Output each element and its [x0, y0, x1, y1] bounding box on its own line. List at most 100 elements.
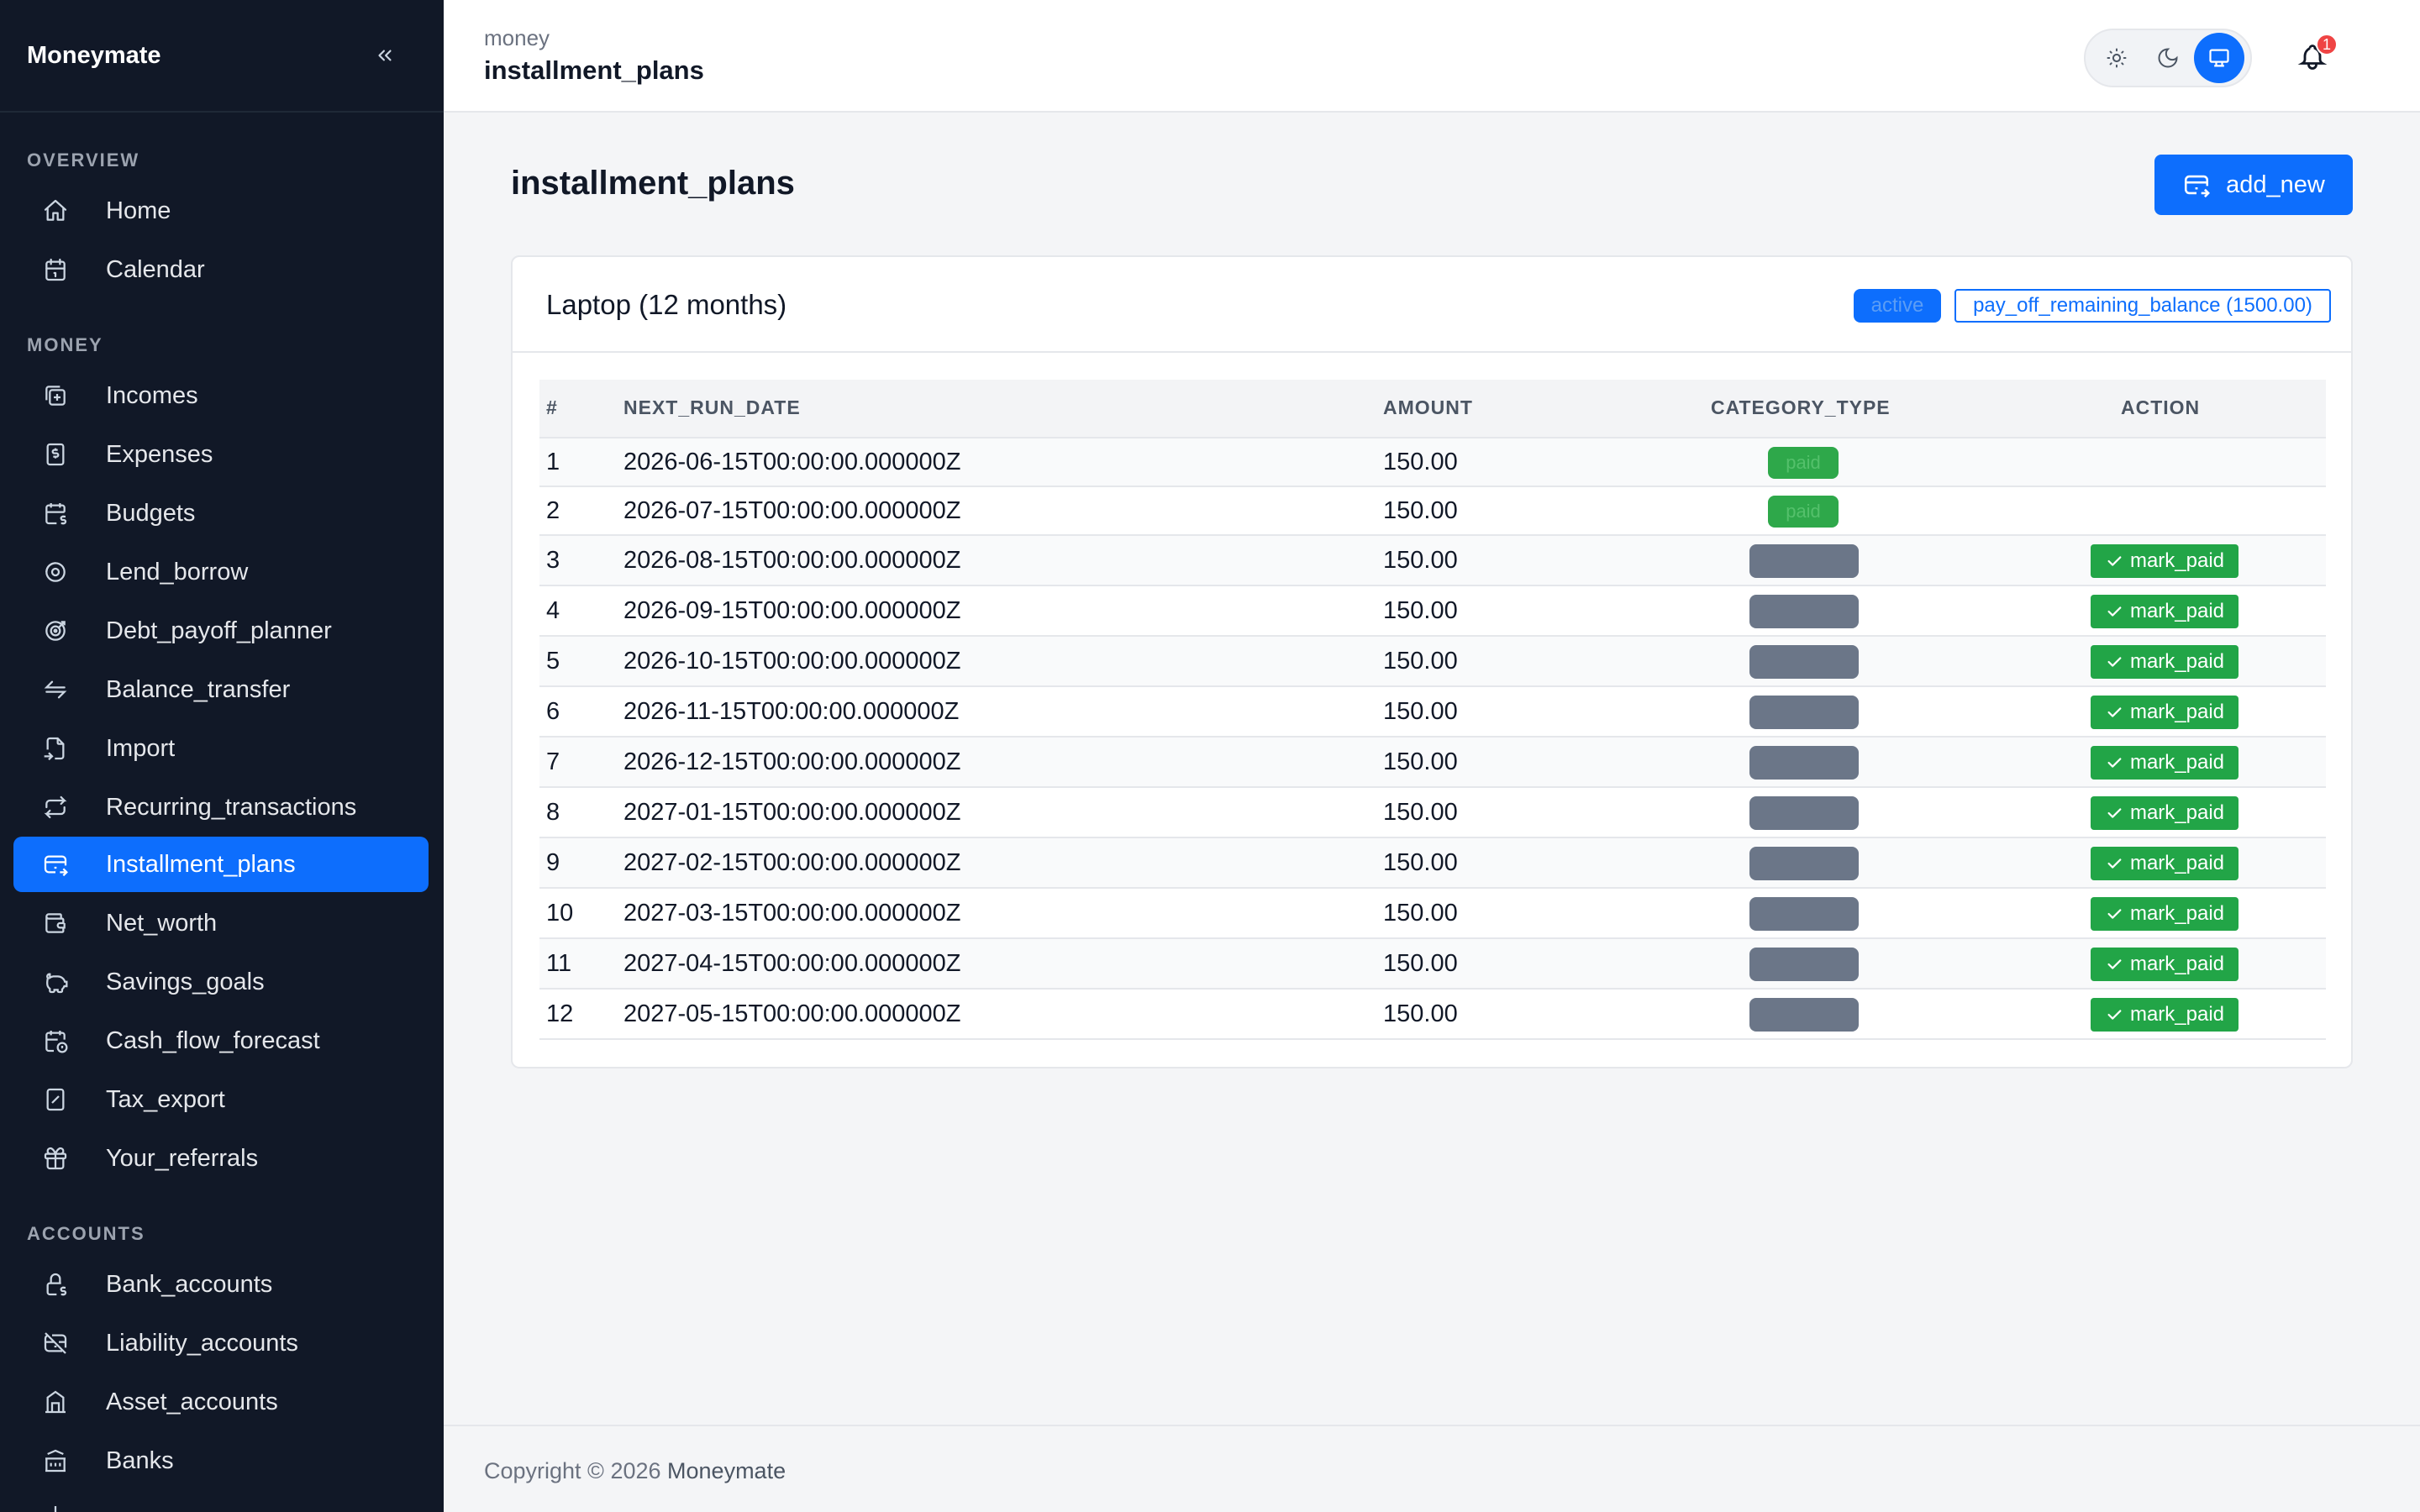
sidebar-item-cash-flow-forecast[interactable]: Cash_flow_forecast [13, 1013, 429, 1068]
sidebar-item-label: Expenses [106, 440, 213, 468]
sidebar-item-home[interactable]: Home [13, 183, 429, 239]
sidebar-item-liability-accounts[interactable]: Liability_accounts [13, 1315, 429, 1371]
amount-value: 150.00 [1383, 547, 1458, 574]
table-row: 6 2026-11-15T00:00:00.000000Z 150.00 mark_p… [539, 687, 2326, 738]
repeat-icon [40, 792, 71, 822]
mark-paid-label: mark_paid [2129, 852, 2225, 874]
amount-value: 150.00 [1383, 497, 1458, 524]
table-row: 7 2026-12-15T00:00:00.000000Z 150.00 mark_p… [539, 738, 2326, 788]
status-pending-badge [1749, 847, 1859, 880]
sidebar-item-budgets[interactable]: Budgets [13, 486, 429, 541]
next-run-date: 2026-06-15T00:00:00.000000Z [623, 449, 961, 475]
next-run-date: 2027-03-15T00:00:00.000000Z [623, 900, 961, 927]
table-row: 5 2026-10-15T00:00:00.000000Z 150.00 mark_p… [539, 637, 2326, 687]
column-header-category-type: CATEGORY_TYPE [1711, 396, 1891, 418]
next-run-date: 2026-09-15T00:00:00.000000Z [623, 597, 961, 624]
card-header: Laptop (12 months) active pay_off_remain… [513, 257, 2351, 353]
status-badge: active [1854, 289, 1941, 323]
breadcrumb-current: installment_plans [484, 55, 704, 85]
file-import-icon [40, 733, 71, 764]
status-pending-badge [1749, 796, 1859, 830]
table-row: 12 2027-05-15T00:00:00.000000Z 150.00 mark_… [539, 990, 2326, 1040]
sun-icon[interactable] [2091, 33, 2142, 83]
status-pending-badge [1749, 595, 1859, 628]
add-new-button[interactable]: add_new [2154, 155, 2353, 215]
row-number: 12 [546, 1000, 574, 1027]
sidebar-item-recurring-transactions[interactable]: Recurring_transactions [13, 780, 429, 835]
mark-paid-button[interactable]: mark_paid [2091, 595, 2238, 628]
row-number: 5 [546, 648, 560, 675]
sidebar-item-import[interactable]: Import [13, 721, 429, 776]
sidebar-item-incomes[interactable]: Incomes [13, 368, 429, 423]
next-run-date: 2026-07-15T00:00:00.000000Z [623, 497, 961, 524]
status-pending-badge [1749, 948, 1859, 981]
monitor-icon[interactable] [2194, 33, 2245, 83]
sidebar-item-your-referrals[interactable]: Your_referrals [13, 1131, 429, 1186]
sidebar-item-banks[interactable]: Banks [13, 1433, 429, 1488]
sidebar-item-installment-plans[interactable]: Installment_plans [13, 837, 429, 892]
sidebar-item-label: Debt_payoff_planner [106, 617, 332, 644]
table-row: 1 2026-06-15T00:00:00.000000Z 150.00 paid [539, 438, 2326, 487]
credit-card-add-icon [2182, 171, 2211, 199]
sidebar-item-asset-accounts[interactable]: Asset_accounts [13, 1374, 429, 1430]
sidebar-item-expenses[interactable]: Expenses [13, 427, 429, 482]
sidebar-item-calendar[interactable]: Calendar [13, 242, 429, 297]
sidebar-item-tax-export[interactable]: Tax_export [13, 1072, 429, 1127]
sidebar-item-partial[interactable] [13, 1488, 429, 1512]
footer-brand-link[interactable]: Moneymate [667, 1458, 786, 1483]
sidebar: Moneymate OVERVIEW Home Calendar MONEY I… [0, 0, 444, 1512]
mark-paid-button[interactable]: mark_paid [2091, 796, 2238, 830]
status-paid-badge: paid [1768, 496, 1839, 528]
sidebar-item-label: Lend_borrow [106, 558, 249, 585]
amount-value: 150.00 [1383, 1000, 1458, 1027]
row-number: 7 [546, 748, 560, 775]
wallet-icon [40, 908, 71, 938]
next-run-date: 2026-12-15T00:00:00.000000Z [623, 748, 961, 775]
check-icon [2105, 1005, 2123, 1024]
sidebar-item-label: Incomes [106, 381, 198, 409]
row-number: 4 [546, 597, 560, 624]
sidebar-item-lend-borrow[interactable]: Lend_borrow [13, 544, 429, 600]
amount-value: 150.00 [1383, 849, 1458, 876]
bank-icon [40, 1446, 71, 1476]
mark-paid-button[interactable]: mark_paid [2091, 897, 2238, 931]
sidebar-item-label: Asset_accounts [106, 1388, 278, 1415]
mark-paid-button[interactable]: mark_paid [2091, 948, 2238, 981]
collapse-sidebar-icon[interactable] [366, 37, 403, 74]
mark-paid-label: mark_paid [2129, 751, 2225, 774]
sidebar-item-bank-accounts[interactable]: Bank_accounts [13, 1257, 429, 1312]
amount-value: 150.00 [1383, 648, 1458, 675]
row-number: 2 [546, 497, 560, 524]
sidebar-item-savings-goals[interactable]: Savings_goals [13, 954, 429, 1010]
column-header-amount: AMOUNT [1383, 396, 1473, 418]
mark-paid-button[interactable]: mark_paid [2091, 544, 2238, 578]
sidebar-item-net-worth[interactable]: Net_worth [13, 895, 429, 951]
mark-paid-label: mark_paid [2129, 549, 2225, 572]
mark-paid-button[interactable]: mark_paid [2091, 645, 2238, 679]
sidebar-item-balance-transfer[interactable]: Balance_transfer [13, 662, 429, 717]
mark-paid-button[interactable]: mark_paid [2091, 746, 2238, 780]
sidebar-item-label: Savings_goals [106, 968, 265, 995]
dollar-file-icon [40, 439, 71, 470]
mark-paid-button[interactable]: mark_paid [2091, 696, 2238, 729]
mark-paid-button[interactable]: mark_paid [2091, 998, 2238, 1032]
check-icon [2105, 703, 2123, 722]
status-paid-badge: paid [1768, 447, 1839, 479]
status-pending-badge [1749, 746, 1859, 780]
mark-paid-button[interactable]: mark_paid [2091, 847, 2238, 880]
amount-value: 150.00 [1383, 449, 1458, 475]
theme-switcher [2084, 29, 2252, 87]
home-icon [40, 196, 71, 226]
credit-card-off-icon [40, 1328, 71, 1358]
copyright-label: Copyright © 2026 [484, 1458, 661, 1483]
sidebar-item-debt-payoff-planner[interactable]: Debt_payoff_planner [13, 603, 429, 659]
check-icon [2105, 653, 2123, 671]
table-body: 1 2026-06-15T00:00:00.000000Z 150.00 paid 2 2… [539, 438, 2326, 1040]
table-header: # NEXT_RUN_DATE AMOUNT CATEGORY_TYPE ACT… [539, 380, 2326, 438]
breadcrumb-parent[interactable]: money [484, 25, 550, 51]
next-run-date: 2027-01-15T00:00:00.000000Z [623, 799, 961, 826]
pay-off-remaining-button[interactable]: pay_off_remaining_balance (1500.00) [1954, 289, 2331, 323]
brand-logo[interactable]: Moneymate [27, 42, 161, 70]
row-number: 8 [546, 799, 560, 826]
moon-icon[interactable] [2143, 33, 2193, 83]
